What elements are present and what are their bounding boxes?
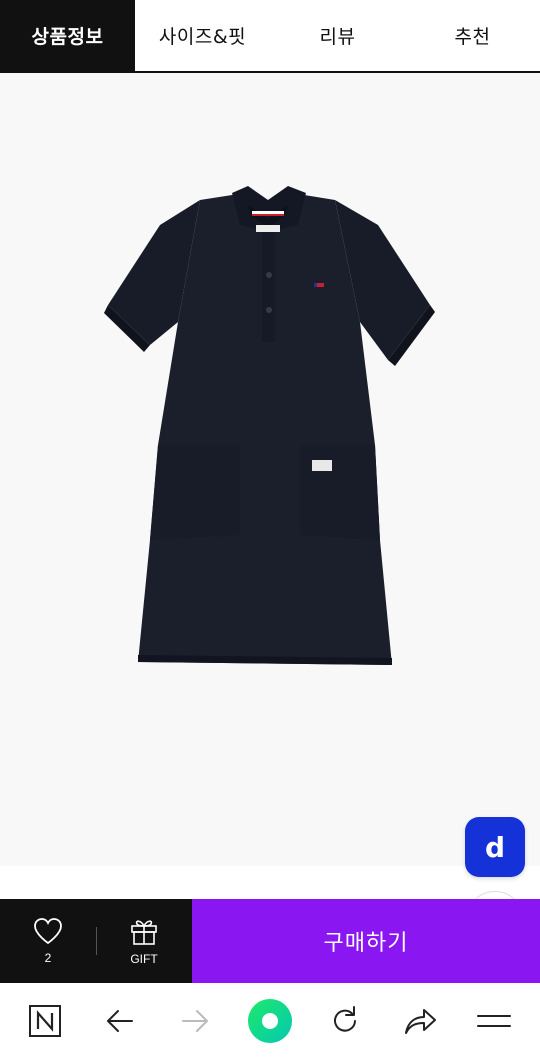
tab-product-info[interactable]: 상품정보 <box>0 0 135 71</box>
heart-icon <box>34 918 62 945</box>
green-dot-icon <box>247 998 292 1043</box>
product-image-polo-dress <box>104 186 435 665</box>
refresh-icon <box>333 1005 356 1032</box>
back-arrow-icon <box>107 1009 134 1032</box>
gift-icon <box>131 920 157 945</box>
refresh-button[interactable] <box>315 991 375 1051</box>
forward-button[interactable] <box>165 991 225 1051</box>
browser-nav-bar <box>0 983 540 1058</box>
menu-icon <box>477 1014 512 1027</box>
buy-button[interactable]: 구매하기 <box>192 899 540 983</box>
tab-recommendations[interactable]: 추천 <box>405 0 540 71</box>
purchase-secondary-actions: 2 GIFT <box>0 899 192 983</box>
wishlist-count: 2 <box>44 951 52 965</box>
share-button[interactable] <box>390 991 450 1051</box>
d-logo-icon: d <box>485 831 505 863</box>
tab-reviews[interactable]: 리뷰 <box>270 0 405 71</box>
share-icon <box>404 1008 436 1034</box>
product-tabs: 상품정보 사이즈&핏 리뷰 추천 <box>0 0 540 73</box>
svg-text:d: d <box>485 831 505 863</box>
product-image-area: d <box>0 73 540 949</box>
d-app-button[interactable]: d <box>465 817 525 877</box>
wishlist-button[interactable]: 2 <box>0 899 96 983</box>
tab-size-fit[interactable]: 사이즈&핏 <box>135 0 270 71</box>
gift-button[interactable]: GIFT <box>96 899 192 983</box>
divider <box>96 927 97 955</box>
gift-label: GIFT <box>130 952 158 966</box>
back-button[interactable] <box>90 991 150 1051</box>
naver-home-icon <box>29 1004 62 1037</box>
menu-button[interactable] <box>464 991 524 1051</box>
naver-home-button[interactable] <box>15 991 75 1051</box>
purchase-bar: 2 GIFT 구매하기 <box>0 899 540 983</box>
green-dot-button[interactable] <box>240 991 300 1051</box>
forward-arrow-icon <box>182 1009 209 1032</box>
